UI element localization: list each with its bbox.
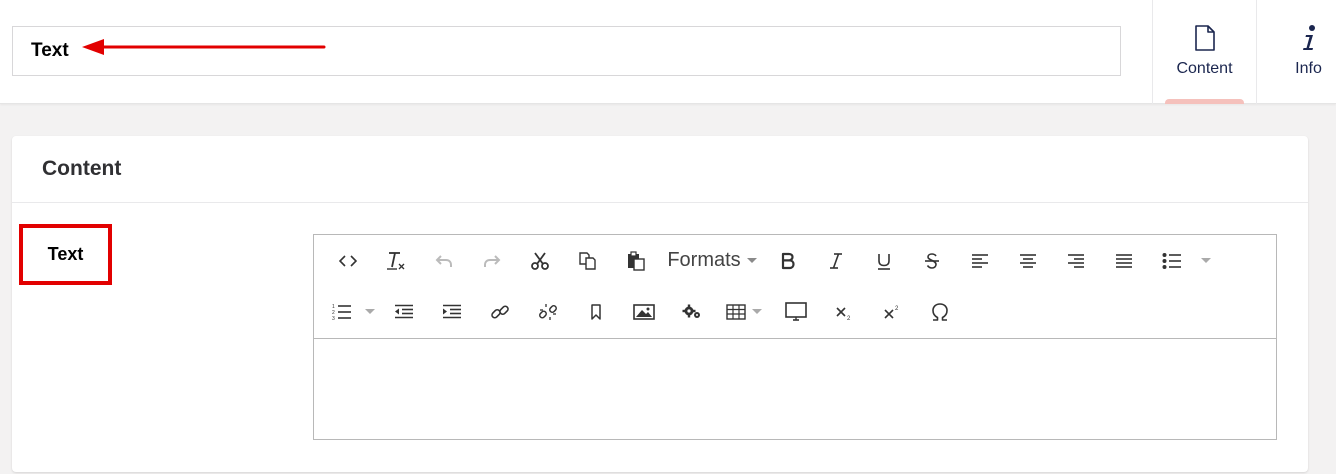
info-app-tab[interactable]: Info [1256, 0, 1336, 104]
group-title: Content [42, 157, 122, 180]
numbered-list-options-button[interactable] [360, 295, 380, 329]
paste-button[interactable] [612, 244, 660, 278]
chevron-down-icon [752, 309, 762, 314]
monitor-icon [785, 301, 807, 321]
copy-button[interactable] [564, 244, 612, 278]
embed-media-button[interactable] [772, 295, 820, 329]
underline-icon [878, 253, 890, 270]
formats-label: Formats [667, 249, 741, 271]
align-center-icon [1020, 253, 1036, 268]
chevron-down-icon [365, 309, 375, 314]
indent-button[interactable] [428, 295, 476, 329]
align-right-icon [1068, 253, 1084, 268]
highlight-box: Text [19, 224, 112, 285]
insert-table-button[interactable] [716, 295, 772, 329]
bullet-list-button[interactable] [1148, 244, 1196, 278]
info-app-label: Info [1295, 60, 1322, 77]
toolbar-row-2: 123 2 2 [324, 286, 1276, 337]
align-left-button[interactable] [956, 244, 1004, 278]
rich-text-editor: Formats 1 2 3 2 2 [313, 234, 1277, 440]
outdent-icon [395, 304, 413, 318]
gears-icon [682, 304, 700, 318]
remove-link-button[interactable] [524, 295, 572, 329]
italic-button[interactable] [812, 244, 860, 278]
numbered-list-button[interactable]: 123 [324, 295, 360, 329]
insert-link-button[interactable] [476, 295, 524, 329]
superscript-button[interactable]: 2 [868, 295, 916, 329]
subscript-button[interactable]: 2 [820, 295, 868, 329]
outdent-button[interactable] [380, 295, 428, 329]
copy-icon [579, 251, 596, 270]
underline-button[interactable] [860, 244, 908, 278]
omega-icon [932, 302, 948, 321]
bullet-list-options-button[interactable] [1196, 244, 1216, 278]
align-center-button[interactable] [1004, 244, 1052, 278]
source-code-button[interactable] [324, 244, 372, 278]
bookmark-icon [591, 303, 601, 320]
undo-icon [435, 254, 452, 267]
subscript-icon: 2 [836, 306, 851, 320]
bold-icon [781, 252, 795, 269]
content-apps: Content Info [1152, 0, 1336, 104]
content-app-tab[interactable]: Content [1152, 0, 1256, 104]
insert-image-button[interactable] [620, 295, 668, 329]
info-icon [1302, 25, 1315, 50]
table-icon [726, 303, 746, 320]
chevron-down-icon [1201, 258, 1211, 263]
svg-text:2: 2 [895, 306, 899, 312]
svg-text:2: 2 [847, 316, 851, 320]
editor-content-area[interactable] [314, 339, 1276, 439]
clear-formatting-button[interactable] [372, 244, 420, 278]
special-character-button[interactable] [916, 295, 964, 329]
italic-icon [830, 252, 842, 269]
undo-button[interactable] [420, 244, 468, 278]
strikethrough-icon [925, 252, 939, 269]
redo-icon [484, 254, 501, 267]
redo-button[interactable] [468, 244, 516, 278]
scissors-icon [531, 251, 549, 270]
strikethrough-button[interactable] [908, 244, 956, 278]
bold-button[interactable] [764, 244, 812, 278]
content-app-label: Content [1176, 60, 1233, 77]
align-justify-button[interactable] [1100, 244, 1148, 278]
group-header: Content [12, 136, 1308, 203]
superscript-icon: 2 [884, 306, 899, 319]
cut-button[interactable] [516, 244, 564, 278]
indent-icon [443, 304, 461, 318]
align-left-icon [972, 253, 988, 268]
numbered-list-icon: 123 [332, 304, 351, 321]
source-code-icon [339, 254, 357, 267]
editor-toolbar: Formats 1 2 3 2 2 [314, 235, 1276, 339]
anchor-button[interactable] [572, 295, 620, 329]
toolbar-row-1: Formats [324, 235, 1276, 286]
content-group-card: Content Text Formats 1 2 3 2 2 [12, 136, 1308, 472]
clear-formatting-icon [387, 251, 405, 270]
paste-icon [628, 250, 645, 271]
document-icon [1194, 25, 1215, 51]
insert-macro-button[interactable] [668, 295, 716, 329]
arrow-annotation-icon [82, 39, 326, 55]
editor-header: Content Info [0, 0, 1336, 104]
svg-text:3: 3 [332, 316, 335, 321]
align-justify-icon [1116, 253, 1132, 268]
unlink-icon [539, 303, 557, 320]
property-label: Text [47, 244, 84, 264]
chevron-down-icon [746, 258, 757, 263]
align-right-button[interactable] [1052, 244, 1100, 278]
link-icon [491, 304, 509, 319]
formats-dropdown[interactable]: Formats [660, 244, 764, 278]
bullet-list-icon [1162, 252, 1181, 269]
image-icon [633, 303, 655, 320]
